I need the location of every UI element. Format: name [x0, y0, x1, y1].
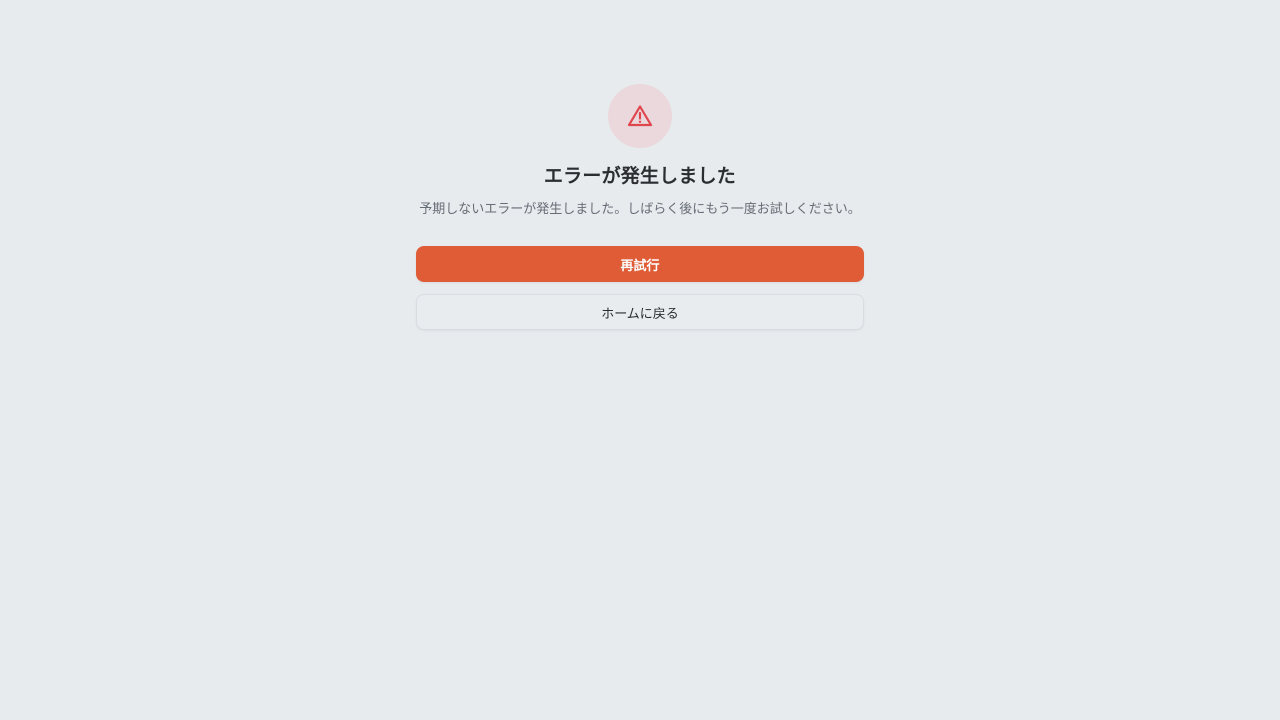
error-icon-badge	[608, 84, 672, 148]
retry-button[interactable]: 再試行	[416, 246, 864, 282]
error-title: エラーが発生しました	[543, 165, 736, 187]
error-panel: エラーが発生しました 予期しないエラーが発生しました。しばらく後にもう一度お試し…	[416, 84, 864, 330]
error-message: 予期しないエラーが発生しました。しばらく後にもう一度お試しください。	[419, 202, 861, 217]
back-to-home-button[interactable]: ホームに戻る	[416, 294, 864, 330]
alert-triangle-icon	[627, 105, 653, 127]
page: エラーが発生しました 予期しないエラーが発生しました。しばらく後にもう一度お試し…	[0, 0, 1280, 720]
